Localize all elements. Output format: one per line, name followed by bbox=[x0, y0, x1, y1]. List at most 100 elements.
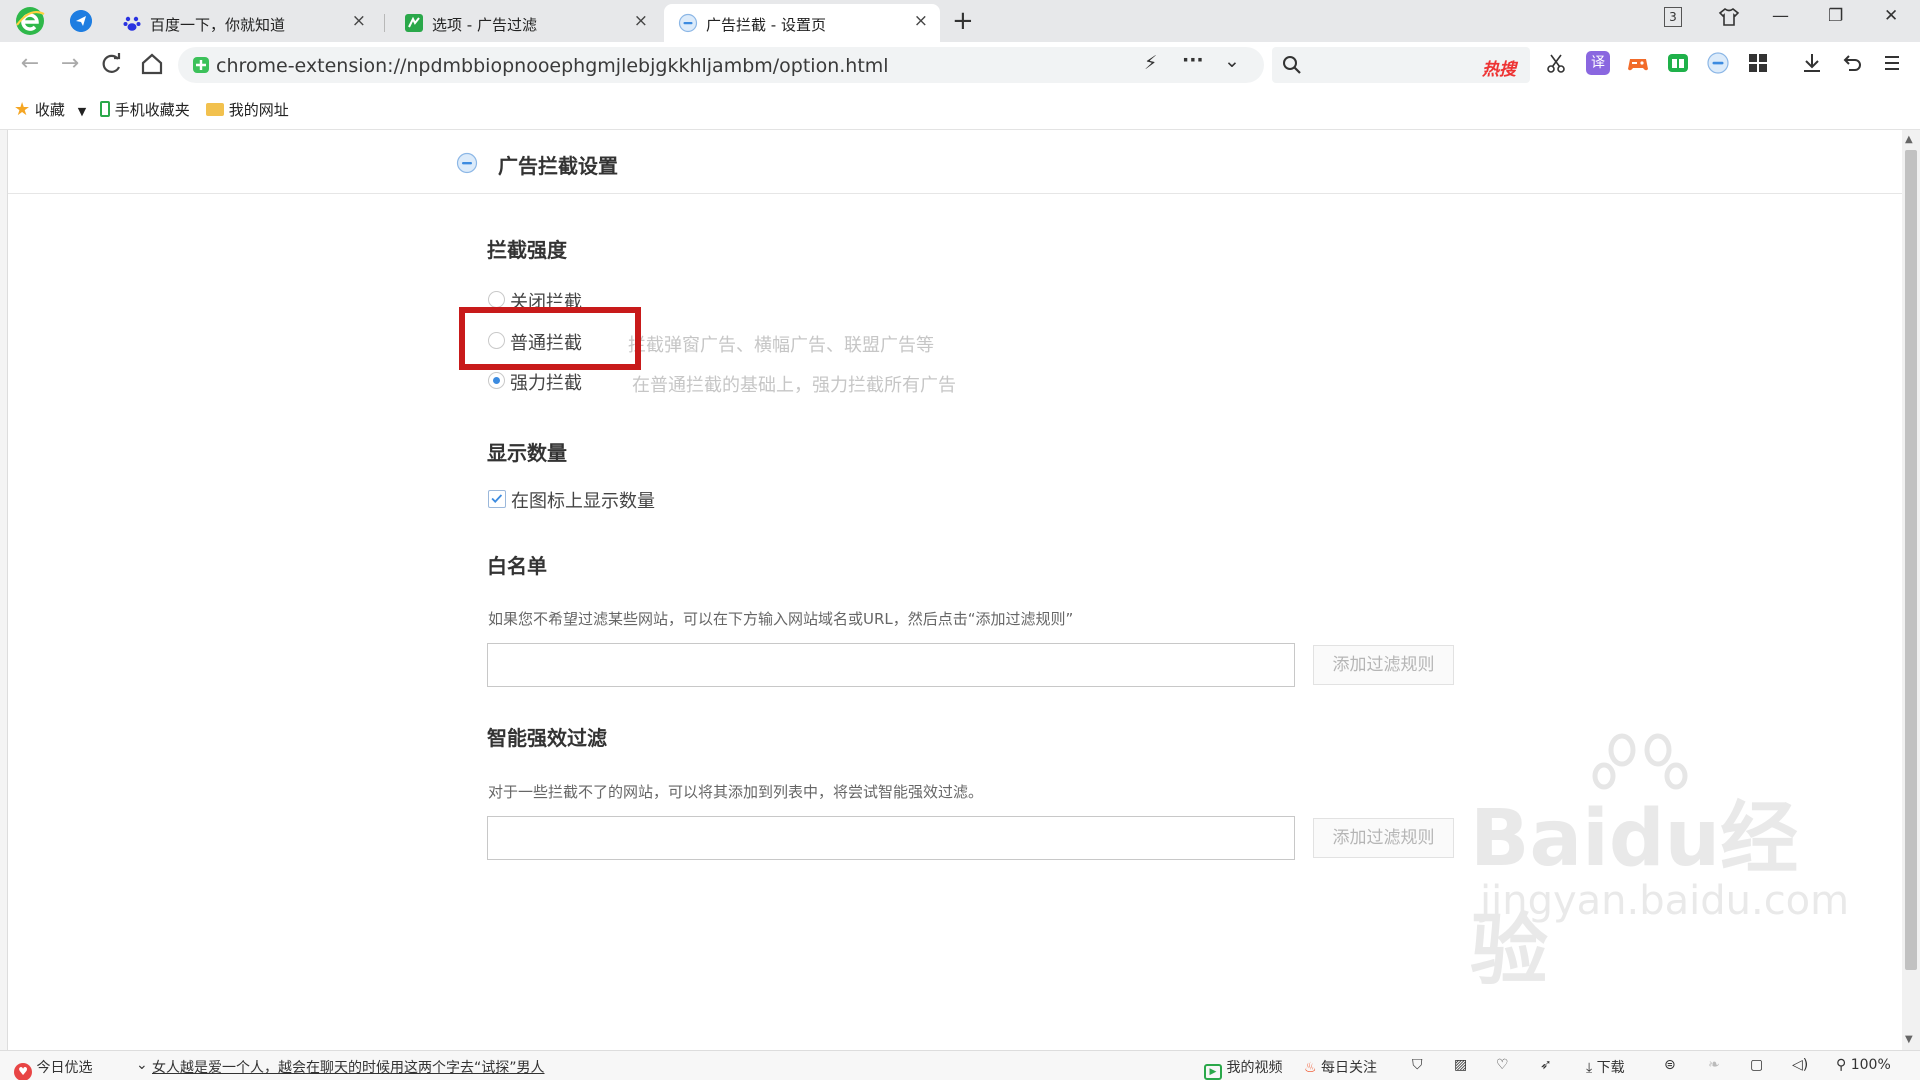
adblock-extension-icon[interactable] bbox=[1706, 51, 1730, 75]
shield-icon[interactable]: ⛉ bbox=[1412, 1057, 1423, 1073]
fire-icon: ♨ bbox=[1304, 1060, 1317, 1076]
scroll-up-icon[interactable]: ▲ bbox=[1905, 134, 1913, 145]
speaker-icon[interactable]: ◁) bbox=[1792, 1057, 1808, 1073]
radio-description: 拦截弹窗广告、横幅广告、联盟广告等 bbox=[628, 335, 934, 356]
incognito-icon[interactable]: ⊜ bbox=[1664, 1057, 1676, 1073]
adblock-minus-icon bbox=[678, 13, 698, 33]
scrollbar-thumb[interactable] bbox=[1905, 150, 1917, 970]
tab-close-icon[interactable]: × bbox=[914, 11, 928, 31]
scissors-icon[interactable] bbox=[1544, 51, 1568, 75]
tab-title: 广告拦截 - 设置页 bbox=[706, 16, 826, 34]
translate-icon[interactable]: 译 bbox=[1586, 51, 1610, 75]
favorites-menu[interactable]: ★ 收藏 ▼ bbox=[14, 99, 86, 120]
download-label: 下载 bbox=[1596, 1060, 1625, 1076]
reading-book-icon[interactable] bbox=[1666, 51, 1690, 75]
zoom-magnifier-icon: ⚲ bbox=[1836, 1057, 1847, 1073]
url-text[interactable]: chrome-extension://npdmbbiopnooephgmjleb… bbox=[216, 55, 889, 77]
tab-options-adfilter[interactable]: 选项 - 广告过滤 × bbox=[390, 4, 660, 42]
minimize-button[interactable]: — bbox=[1772, 6, 1789, 26]
whitelist-section-title: 白名单 bbox=[487, 554, 547, 578]
tab-close-icon[interactable]: × bbox=[352, 11, 366, 31]
download-arrow-icon: ⤓ bbox=[1586, 1060, 1593, 1076]
today-picks-link[interactable]: ♥ 今日优选 bbox=[14, 1057, 92, 1080]
dropdown-caret-icon: ▼ bbox=[77, 105, 87, 118]
show-count-label[interactable]: 在图标上显示数量 bbox=[511, 487, 655, 513]
apps-grid-icon[interactable] bbox=[1746, 51, 1770, 75]
skin-shirt-icon[interactable] bbox=[1718, 6, 1740, 28]
menu-hamburger-icon[interactable] bbox=[1880, 51, 1904, 75]
radio-label[interactable]: 强力拦截 bbox=[510, 369, 582, 395]
checkmark-icon bbox=[491, 494, 503, 503]
whitelist-input[interactable] bbox=[487, 643, 1295, 687]
tab-baidu[interactable]: 百度一下，你就知道 × bbox=[108, 4, 378, 42]
download-icon[interactable] bbox=[1800, 51, 1824, 75]
whitelist-description: 如果您不希望过滤某些网站，可以在下方输入网站域名或URL，然后点击“添加过滤规则… bbox=[488, 610, 1074, 628]
leaf-icon[interactable]: ❧ bbox=[1708, 1057, 1720, 1073]
chevron-down-icon[interactable]: ⌄ bbox=[1224, 50, 1240, 72]
daily-follow-link[interactable]: ♨ 每日关注 bbox=[1304, 1057, 1377, 1077]
sidebar-edge bbox=[0, 130, 8, 1050]
smart-filter-add-rule-button[interactable]: 添加过滤规则 bbox=[1313, 818, 1454, 858]
my-sites-link[interactable]: 我的网址 bbox=[206, 99, 289, 120]
folder-icon bbox=[206, 103, 224, 116]
rocket-icon[interactable]: ➶ bbox=[1540, 1057, 1552, 1073]
back-arrow-icon[interactable]: ← bbox=[16, 50, 44, 78]
smart-filter-input[interactable] bbox=[487, 816, 1295, 860]
search-icon bbox=[1283, 56, 1301, 74]
strength-section-title: 拦截强度 bbox=[487, 238, 567, 262]
page-title: 广告拦截设置 bbox=[498, 154, 618, 178]
navigation-toolbar: ← → chrome-extension://npdmbbiopnooephgm… bbox=[0, 42, 1920, 88]
my-video-label: 我的视频 bbox=[1226, 1060, 1283, 1076]
window-icon[interactable]: ▢ bbox=[1750, 1057, 1763, 1073]
scroll-down-icon[interactable]: ▼ bbox=[1905, 1034, 1913, 1045]
radio-description: 在普通拦截的基础上，强力拦截所有广告 bbox=[632, 375, 956, 396]
tab-count-badge[interactable]: 3 bbox=[1664, 7, 1682, 27]
home-icon[interactable] bbox=[138, 50, 166, 78]
tab-strip: 百度一下，你就知道 × 选项 - 广告过滤 × 广告拦截 - 设置页 × + 3… bbox=[0, 0, 1920, 42]
more-dots-icon[interactable]: ··· bbox=[1182, 49, 1204, 71]
daily-follow-label: 每日关注 bbox=[1321, 1060, 1378, 1076]
tab-close-icon[interactable]: × bbox=[634, 11, 648, 31]
tab-title: 百度一下，你就知道 bbox=[150, 16, 286, 34]
address-bar[interactable]: chrome-extension://npdmbbiopnooephgmjleb… bbox=[178, 47, 1264, 83]
puzzle-extension-icon bbox=[405, 14, 423, 32]
undo-icon[interactable] bbox=[1840, 51, 1864, 75]
health-heart-icon[interactable]: ♡ bbox=[1496, 1057, 1509, 1073]
new-tab-button[interactable]: + bbox=[952, 6, 974, 36]
show-count-checkbox[interactable] bbox=[488, 490, 506, 508]
forward-arrow-icon[interactable]: → bbox=[56, 50, 84, 78]
hot-search-label[interactable]: 热搜 bbox=[1482, 55, 1516, 80]
smart-filter-section-title: 智能强效过滤 bbox=[487, 726, 607, 750]
radio-button[interactable] bbox=[488, 291, 505, 308]
image-icon[interactable]: ▨ bbox=[1454, 1057, 1467, 1073]
mobile-favorites-link[interactable]: 手机收藏夹 bbox=[100, 99, 190, 120]
game-controller-icon[interactable] bbox=[1626, 51, 1650, 75]
search-input[interactable]: 热搜 bbox=[1272, 47, 1530, 83]
tab-adblock-settings[interactable]: 广告拦截 - 设置页 × bbox=[664, 4, 940, 42]
send-extension-icon[interactable] bbox=[70, 10, 92, 32]
page-scrollbar[interactable]: ▲ ▼ bbox=[1902, 130, 1920, 1050]
count-section-title: 显示数量 bbox=[487, 441, 567, 465]
heart-badge-icon: ♥ bbox=[14, 1063, 32, 1080]
whitelist-add-rule-button[interactable]: 添加过滤规则 bbox=[1313, 645, 1454, 685]
today-picks-label: 今日优选 bbox=[36, 1060, 93, 1076]
lightning-icon[interactable]: ⚡ bbox=[1144, 52, 1157, 74]
baidu-paw-icon bbox=[123, 16, 141, 31]
news-headline-link[interactable]: 女人越是爱一个人，越会在聊天的时候用这两个字去“试探”男人 bbox=[152, 1057, 545, 1077]
reload-icon[interactable] bbox=[98, 50, 126, 78]
radio-button-selected[interactable] bbox=[488, 372, 505, 389]
tab-separator bbox=[384, 14, 385, 32]
close-window-button[interactable]: ✕ bbox=[1884, 6, 1898, 26]
browser-logo-icon[interactable] bbox=[14, 5, 46, 37]
favorites-label: 收藏 bbox=[34, 101, 65, 119]
maximize-button[interactable]: ❐ bbox=[1828, 6, 1843, 26]
annotation-highlight-box bbox=[459, 307, 641, 370]
download-status-link[interactable]: ⤓ 下载 bbox=[1586, 1057, 1625, 1077]
secure-extension-icon bbox=[193, 57, 209, 73]
bookmarks-bar: ★ 收藏 ▼ 手机收藏夹 我的网址 bbox=[0, 88, 1920, 130]
chevron-down-icon[interactable]: ⌄ bbox=[136, 1057, 148, 1073]
my-video-link[interactable]: ▶ 我的视频 bbox=[1204, 1057, 1282, 1080]
zoom-control[interactable]: ⚲ 100% bbox=[1836, 1057, 1891, 1073]
baidu-jingyan-watermark: Baidu经验 jingyan.baidu.com bbox=[1470, 728, 1849, 996]
page-header: 广告拦截设置 bbox=[8, 130, 1902, 194]
